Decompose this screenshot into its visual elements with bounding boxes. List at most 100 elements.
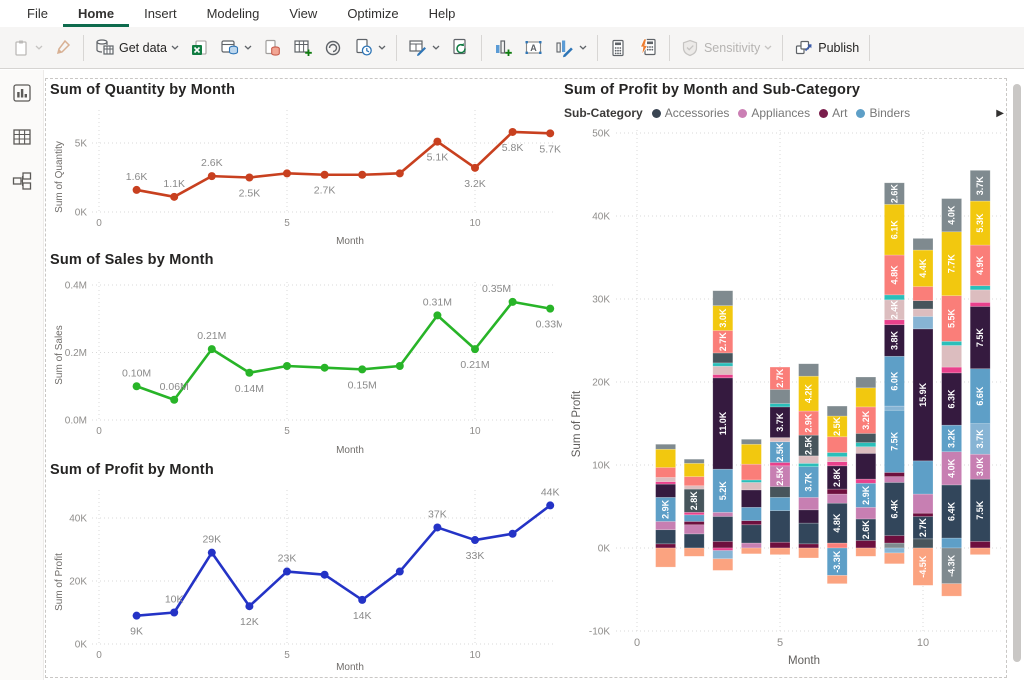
svg-text:0.21M: 0.21M [197, 330, 226, 342]
svg-text:2.7K: 2.7K [918, 518, 928, 538]
ribbon-divider [669, 35, 670, 61]
report-view-button[interactable] [11, 82, 33, 109]
svg-text:2.5K: 2.5K [804, 435, 814, 455]
menu-item-optimize[interactable]: Optimize [332, 1, 413, 27]
menu-item-home[interactable]: Home [63, 1, 129, 27]
legend-next-arrow[interactable]: ▶ [996, 108, 1004, 119]
menu-item-help[interactable]: Help [414, 1, 471, 27]
transform-data-button[interactable] [402, 34, 445, 61]
legend-title: Sub-Category [564, 106, 643, 120]
legend-item-accessories[interactable]: Accessories [652, 106, 730, 120]
svg-text:5.1K: 5.1K [427, 152, 449, 164]
svg-text:0: 0 [634, 637, 640, 649]
dataverse-button[interactable] [318, 35, 348, 61]
chevron-down-icon [171, 45, 179, 50]
publish-button[interactable]: Publish [788, 34, 864, 61]
svg-text:2.6K: 2.6K [889, 184, 899, 204]
new-visual-button[interactable] [487, 34, 518, 61]
enter-data-button[interactable] [287, 34, 318, 61]
view-rail [0, 70, 44, 680]
legend-item-art[interactable]: Art [819, 106, 847, 120]
visual-quantity-by-month[interactable]: Sum of Quantity by Month 0K5K0510MonthSu… [50, 80, 562, 250]
ribbon-divider [869, 35, 870, 61]
menu-item-insert[interactable]: Insert [129, 1, 192, 27]
svg-text:2.7K: 2.7K [314, 185, 336, 197]
dataverse-swirl-icon [323, 38, 343, 58]
table-plus-icon [292, 37, 313, 58]
svg-text:4.0K: 4.0K [947, 205, 957, 225]
get-data-label: Get data [119, 41, 167, 55]
svg-text:1.6K: 1.6K [126, 171, 148, 183]
svg-text:5.7K: 5.7K [539, 143, 561, 155]
svg-text:5.8K: 5.8K [502, 142, 524, 154]
visual-profit-by-month-subcategory[interactable]: Sum of Profit by Month and Sub-Category … [564, 80, 1008, 674]
svg-text:0: 0 [96, 650, 102, 661]
svg-text:40K: 40K [592, 212, 610, 223]
paste-button[interactable] [6, 35, 48, 61]
svg-text:6.4K: 6.4K [889, 499, 899, 519]
svg-text:5.5K: 5.5K [947, 309, 957, 329]
svg-text:9K: 9K [130, 626, 143, 638]
svg-text:20K: 20K [592, 378, 610, 389]
svg-text:6.4K: 6.4K [947, 501, 957, 521]
svg-text:-4.3K: -4.3K [947, 554, 957, 577]
svg-text:2.6K: 2.6K [861, 520, 871, 540]
ribbon-divider [396, 35, 397, 61]
legend-item-binders[interactable]: Binders [856, 106, 910, 120]
svg-text:7.5K: 7.5K [889, 431, 899, 451]
sql-server-button[interactable] [257, 35, 287, 61]
vertical-scrollbar[interactable] [1013, 84, 1021, 662]
clipboard-icon [11, 38, 31, 58]
visual-sales-by-month[interactable]: Sum of Sales by Month 0.0M0.2M0.4M0510Mo… [50, 250, 562, 460]
new-measure-button[interactable] [603, 35, 633, 61]
sql-database-icon [262, 38, 282, 58]
svg-text:40K: 40K [69, 514, 87, 525]
svg-text:2.9K: 2.9K [804, 413, 814, 433]
svg-text:2.8K: 2.8K [832, 467, 842, 487]
svg-text:0.14M: 0.14M [235, 383, 264, 395]
svg-text:2.5K: 2.5K [775, 466, 785, 486]
svg-text:Sum of Profit: Sum of Profit [54, 553, 65, 611]
model-view-button[interactable] [11, 170, 33, 197]
svg-text:6.1K: 6.1K [889, 220, 899, 240]
svg-text:0.33M: 0.33M [536, 319, 562, 331]
report-canvas: Sum of Quantity by Month 0K5K0510MonthSu… [44, 70, 1024, 680]
svg-text:6.0K: 6.0K [889, 371, 899, 391]
sales-line-chart: 0.0M0.2M0.4M0510MonthSum of Sales0.10M0.… [50, 272, 562, 460]
excel-workbook-button[interactable] [184, 35, 214, 61]
onelake-data-hub-button[interactable] [214, 34, 257, 61]
svg-text:3.7K: 3.7K [975, 429, 985, 449]
visual-title: Sum of Profit by Month [50, 460, 562, 482]
svg-text:4.8K: 4.8K [889, 265, 899, 285]
more-visuals-button[interactable] [549, 34, 592, 61]
svg-text:33K: 33K [466, 550, 485, 562]
menu-item-file[interactable]: File [12, 1, 63, 27]
get-data-button[interactable]: Get data [89, 34, 184, 61]
svg-text:5: 5 [284, 218, 290, 229]
data-hub-icon [219, 37, 240, 58]
menu-item-modeling[interactable]: Modeling [192, 1, 275, 27]
data-view-button[interactable] [11, 126, 33, 153]
svg-text:0K: 0K [75, 640, 88, 651]
sensitivity-button[interactable]: Sensitivity [675, 35, 777, 61]
svg-text:0.2M: 0.2M [65, 348, 87, 359]
chevron-down-icon [378, 45, 386, 50]
paintbrush-icon [53, 38, 73, 58]
stacked-bar-chart: -10K0K10K20K30K40K50K0510MonthSum of Pro… [564, 124, 1008, 670]
legend-item-appliances[interactable]: Appliances [738, 106, 810, 120]
format-painter-button[interactable] [48, 35, 78, 61]
model-view-icon [11, 170, 33, 192]
text-box-button[interactable]: A [518, 34, 549, 61]
svg-text:3.2K: 3.2K [861, 410, 871, 430]
visual-title: Sum of Profit by Month and Sub-Category [564, 80, 1008, 102]
recent-sources-button[interactable] [348, 34, 391, 61]
svg-text:30K: 30K [592, 295, 610, 306]
svg-text:5.2K: 5.2K [718, 481, 728, 501]
svg-text:3.2K: 3.2K [947, 428, 957, 448]
visual-profit-by-month[interactable]: Sum of Profit by Month 0K20K40K0510Month… [50, 460, 562, 674]
quick-measure-button[interactable] [633, 34, 664, 61]
menu-item-view[interactable]: View [274, 1, 332, 27]
chevron-down-icon [244, 45, 252, 50]
table-pencil-icon [407, 37, 428, 58]
refresh-button[interactable] [445, 34, 476, 61]
